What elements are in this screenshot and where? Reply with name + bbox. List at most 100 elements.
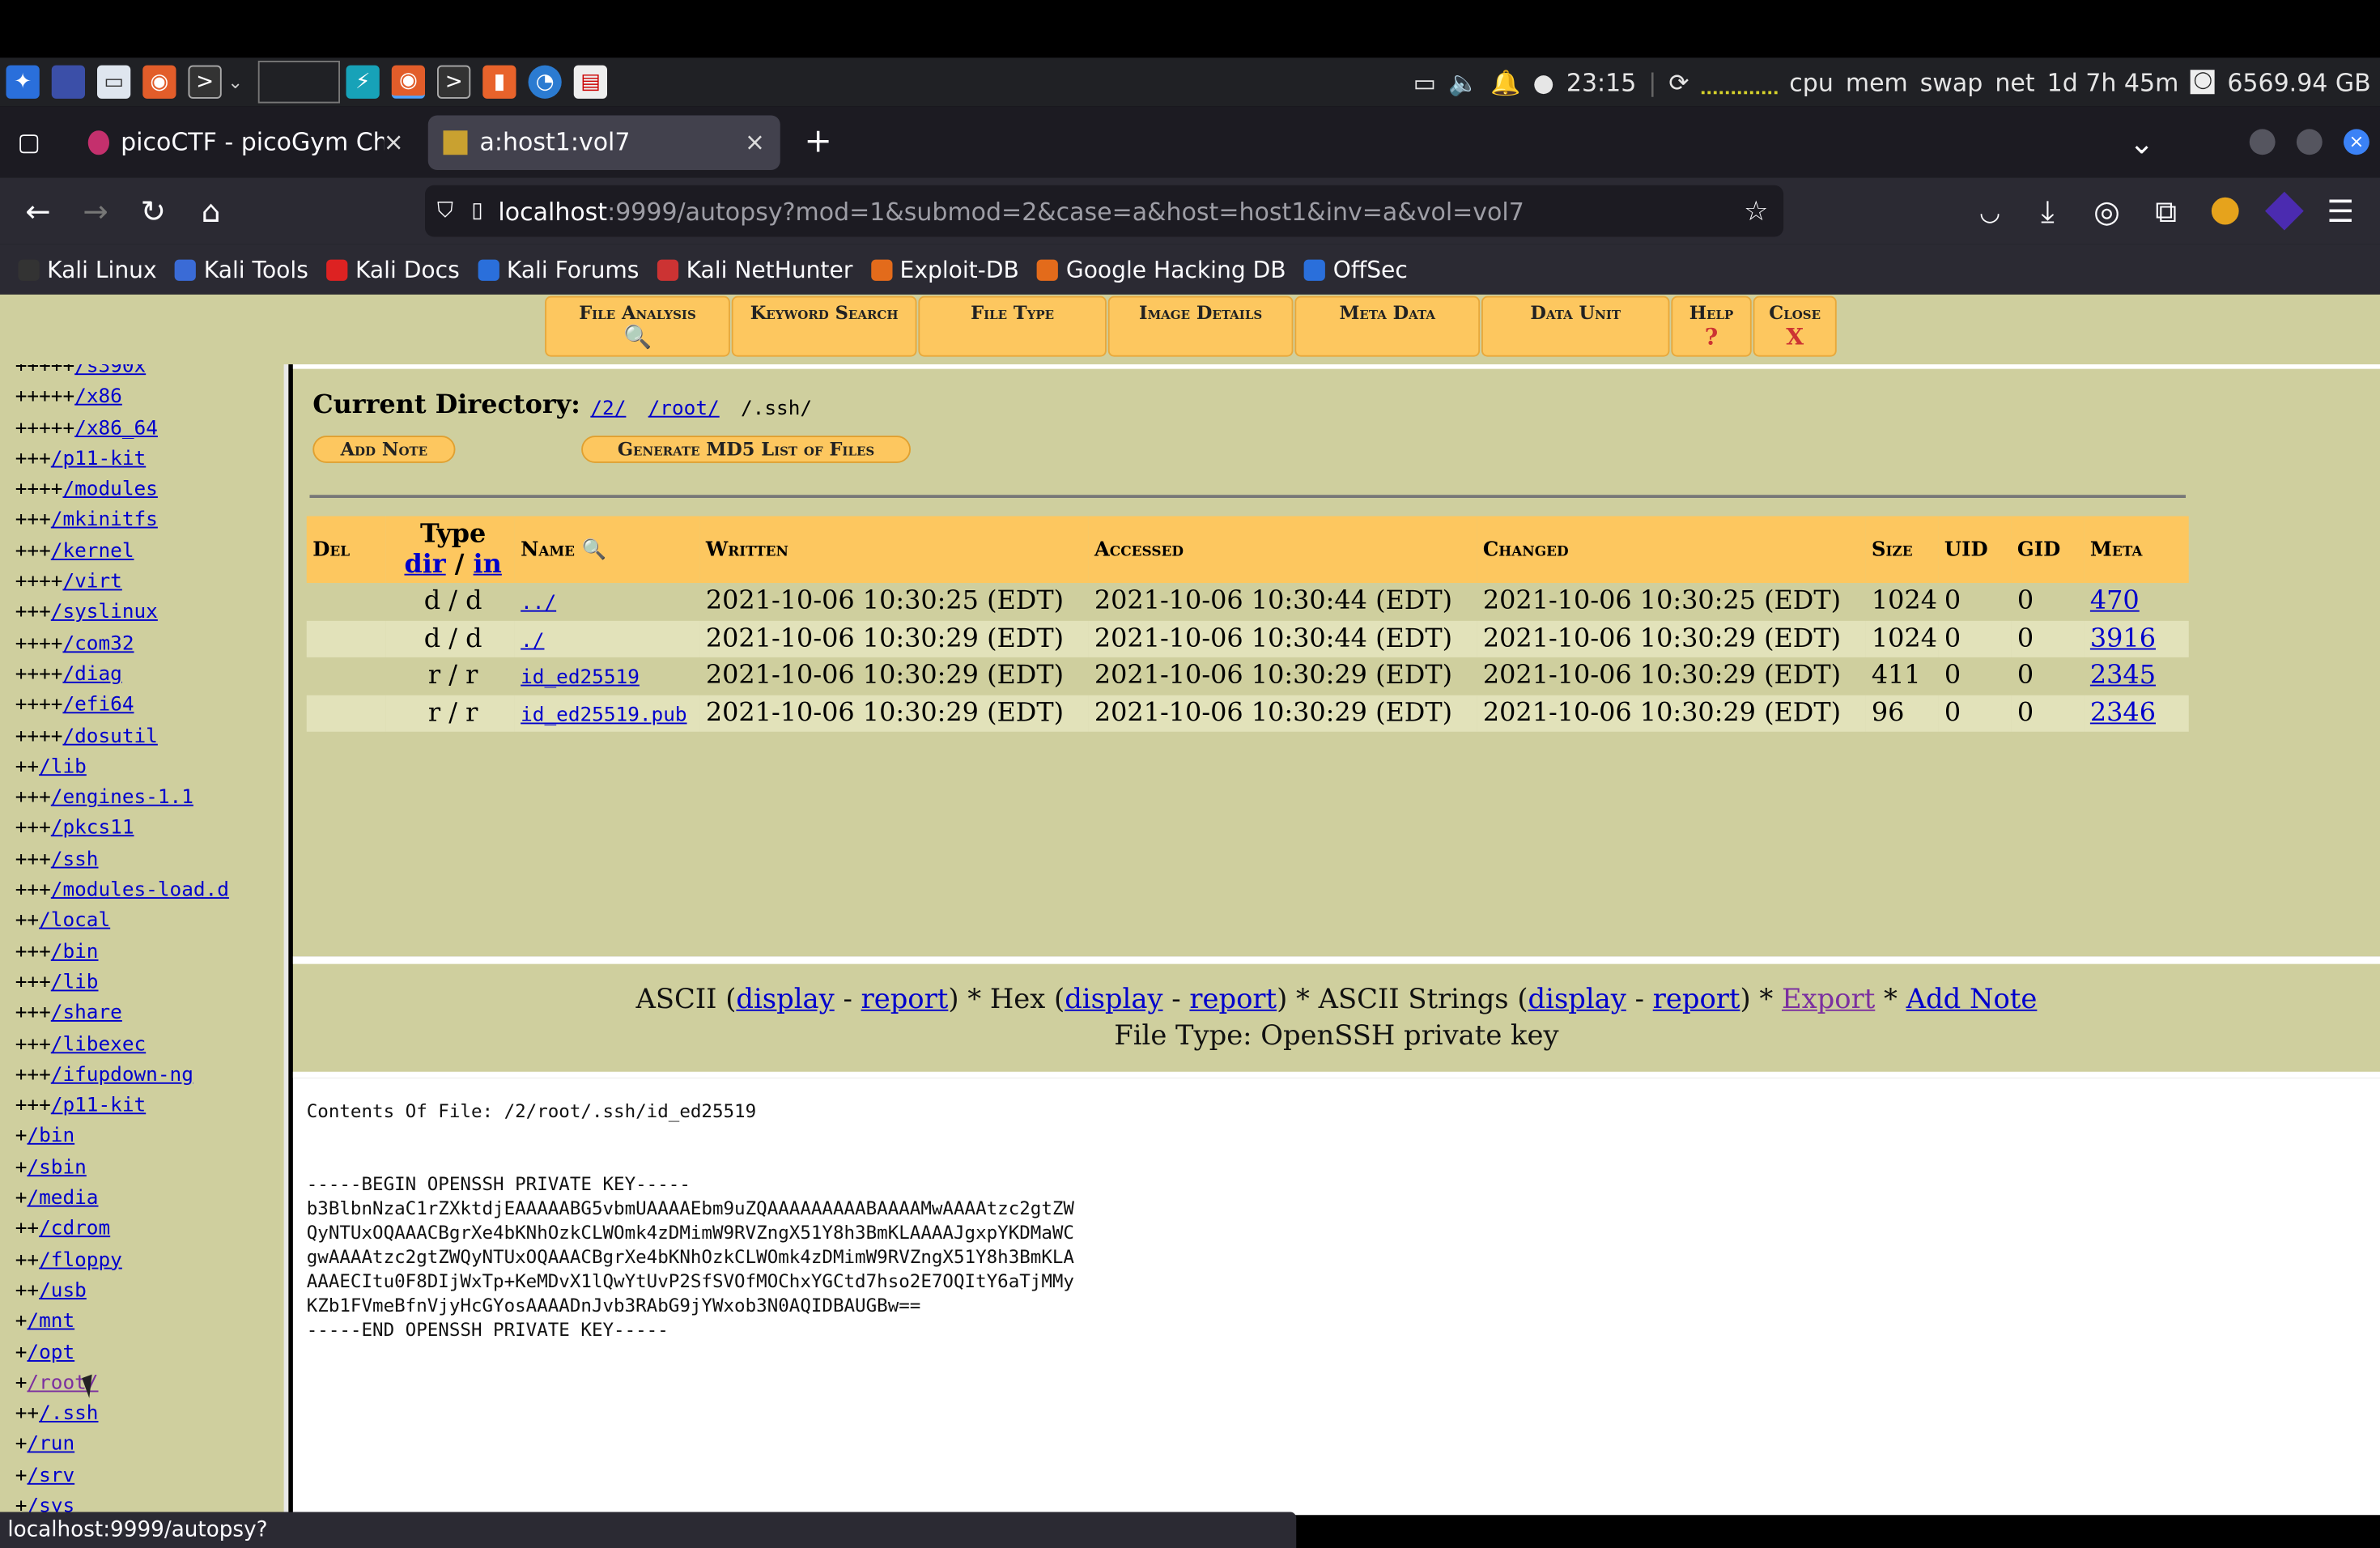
- meta-link[interactable]: 3916: [2090, 623, 2156, 654]
- page-icon[interactable]: ▯: [471, 199, 482, 223]
- col-changed[interactable]: Changed: [1477, 516, 1866, 583]
- tree-link[interactable]: /lib: [51, 972, 99, 994]
- tab-list-icon[interactable]: ▢: [0, 117, 57, 166]
- app2-icon[interactable]: ◔: [528, 65, 562, 99]
- hex-display-link[interactable]: display: [1065, 984, 1162, 1015]
- file-type-button[interactable]: File Type: [918, 296, 1107, 357]
- bookmark-kali-linux[interactable]: Kali Linux: [18, 256, 157, 283]
- tree-link[interactable]: /modules-load.d: [51, 879, 229, 902]
- meta-link[interactable]: 2345: [2090, 661, 2156, 691]
- hex-report-link[interactable]: report: [1189, 984, 1277, 1015]
- tree-link[interactable]: /bin: [27, 1125, 74, 1148]
- strings-report-link[interactable]: report: [1653, 984, 1740, 1015]
- tree-link[interactable]: /x86: [74, 386, 122, 409]
- firefox-active-icon[interactable]: ◉: [391, 65, 426, 99]
- col-accessed[interactable]: Accessed: [1088, 516, 1477, 583]
- pocket-icon[interactable]: ◡: [1961, 187, 2019, 236]
- tree-link[interactable]: /media: [27, 1187, 98, 1210]
- tree-link[interactable]: /x86_64: [74, 417, 158, 440]
- chevron-down-icon[interactable]: ⌄: [227, 71, 243, 92]
- keyword-search-button[interactable]: Keyword Search: [731, 296, 917, 357]
- tree-link[interactable]: /engines-1.1: [51, 787, 193, 810]
- col-name[interactable]: Name 🔍: [514, 516, 700, 583]
- tree-link[interactable]: /lib: [39, 755, 87, 778]
- col-meta[interactable]: Meta: [2084, 516, 2189, 583]
- tree-link[interactable]: /dosutil: [62, 725, 157, 747]
- bookmark-kali-docs[interactable]: Kali Docs: [326, 256, 460, 283]
- reload-icon[interactable]: ↻: [125, 187, 182, 236]
- new-tab-icon[interactable]: +: [789, 117, 847, 166]
- tree-link[interactable]: /local: [39, 910, 110, 933]
- volume-icon[interactable]: 🔈: [1448, 67, 1478, 96]
- terminal2-icon[interactable]: >: [437, 65, 471, 99]
- path-link-root-dir[interactable]: /root/: [648, 398, 720, 420]
- tree-link[interactable]: /sbin: [27, 1156, 86, 1179]
- ascii-display-link[interactable]: display: [736, 984, 834, 1015]
- col-uid[interactable]: UID: [1938, 516, 2012, 583]
- generate-md5-button[interactable]: Generate MD5 List of Files: [581, 436, 911, 463]
- menu-icon[interactable]: ☰: [2312, 187, 2369, 236]
- list-all-tabs-icon[interactable]: ⌄: [2113, 118, 2170, 167]
- tab-autopsy[interactable]: a:host1:vol7 ×: [427, 114, 780, 170]
- file-name-link[interactable]: ../: [521, 593, 556, 615]
- tree-link[interactable]: /share: [51, 1002, 122, 1025]
- tree-link[interactable]: /syslinux: [51, 602, 158, 624]
- star-icon[interactable]: ☆: [1744, 195, 1768, 227]
- bell-icon[interactable]: 🔔: [1490, 67, 1520, 96]
- tree-link[interactable]: /bin: [51, 941, 99, 963]
- doc-icon[interactable]: ▤: [573, 65, 608, 99]
- tree-link[interactable]: /efi64: [62, 694, 134, 717]
- url-bar[interactable]: ⛉ ▯ localhost:9999/autopsy?mod=1&submod=…: [425, 185, 1784, 237]
- shield-icon[interactable]: ⛉: [437, 199, 453, 223]
- add-note-button[interactable]: Add Note: [312, 436, 456, 463]
- meta-link[interactable]: 2346: [2090, 698, 2156, 729]
- tree-link[interactable]: /usb: [39, 1279, 87, 1302]
- tree-link[interactable]: /virt: [62, 571, 121, 593]
- app-icon[interactable]: ⚡: [346, 65, 380, 99]
- image-details-button[interactable]: Image Details: [1107, 296, 1294, 357]
- file-name-link[interactable]: ./: [521, 630, 544, 653]
- bookmark-kali-tools[interactable]: Kali Tools: [175, 256, 308, 283]
- tree-link[interactable]: /.ssh: [39, 1403, 98, 1426]
- home-icon[interactable]: ⌂: [182, 187, 240, 236]
- burp-icon[interactable]: ▮: [482, 65, 516, 99]
- data-unit-button[interactable]: Data Unit: [1481, 296, 1670, 357]
- tree-link[interactable]: /cdrom: [39, 1218, 110, 1240]
- help-button[interactable]: Help?: [1671, 296, 1752, 357]
- col-del[interactable]: Del: [306, 516, 386, 583]
- tree-link[interactable]: /libexec: [51, 1033, 146, 1056]
- path-link-root[interactable]: /2/: [590, 398, 626, 420]
- bookmark-kali-nethunter[interactable]: Kali NetHunter: [657, 256, 852, 283]
- tree-link[interactable]: /ifupdown-ng: [51, 1064, 193, 1087]
- tree-link[interactable]: /p11-kit: [51, 1095, 146, 1117]
- tree-link[interactable]: /com32: [62, 632, 134, 655]
- add-note-link[interactable]: Add Note: [1906, 984, 2038, 1015]
- sort-dir-link[interactable]: dir: [404, 550, 445, 580]
- file-name-link[interactable]: id_ed25519: [521, 667, 640, 690]
- close-icon[interactable]: ×: [384, 128, 404, 157]
- tree-link[interactable]: /mkinitfs: [51, 509, 158, 532]
- file-name-link[interactable]: id_ed25519.pub: [521, 704, 686, 727]
- kali-menu-icon[interactable]: ✦: [6, 65, 40, 99]
- file-analysis-button[interactable]: File Analysis 🔍: [545, 296, 730, 357]
- tree-link[interactable]: /s390x: [74, 364, 146, 378]
- ascii-report-link[interactable]: report: [861, 984, 949, 1015]
- tree-link[interactable]: /opt: [27, 1342, 74, 1364]
- close-button[interactable]: Close X: [1753, 296, 1837, 357]
- col-gid[interactable]: GID: [2011, 516, 2085, 583]
- col-written[interactable]: Written: [699, 516, 1089, 583]
- tree-link[interactable]: /kernel: [51, 540, 134, 563]
- file-manager-icon[interactable]: ▭: [97, 65, 131, 99]
- search-icon[interactable]: 🔍: [582, 538, 606, 561]
- bookmark-offsec[interactable]: OffSec: [1304, 256, 1408, 283]
- close-icon[interactable]: ×: [745, 128, 765, 157]
- tree-link[interactable]: /pkcs11: [51, 818, 134, 840]
- meta-link[interactable]: 470: [2090, 586, 2140, 617]
- tree-link[interactable]: /modules: [62, 478, 157, 501]
- screen-icon[interactable]: ▭: [1413, 67, 1436, 96]
- minimize-icon[interactable]: [2249, 129, 2276, 155]
- extension-icon[interactable]: [2211, 197, 2239, 225]
- tree-link[interactable]: /srv: [27, 1465, 74, 1487]
- bookmark-ghdb[interactable]: Google Hacking DB: [1037, 256, 1286, 283]
- meta-data-button[interactable]: Meta Data: [1294, 296, 1481, 357]
